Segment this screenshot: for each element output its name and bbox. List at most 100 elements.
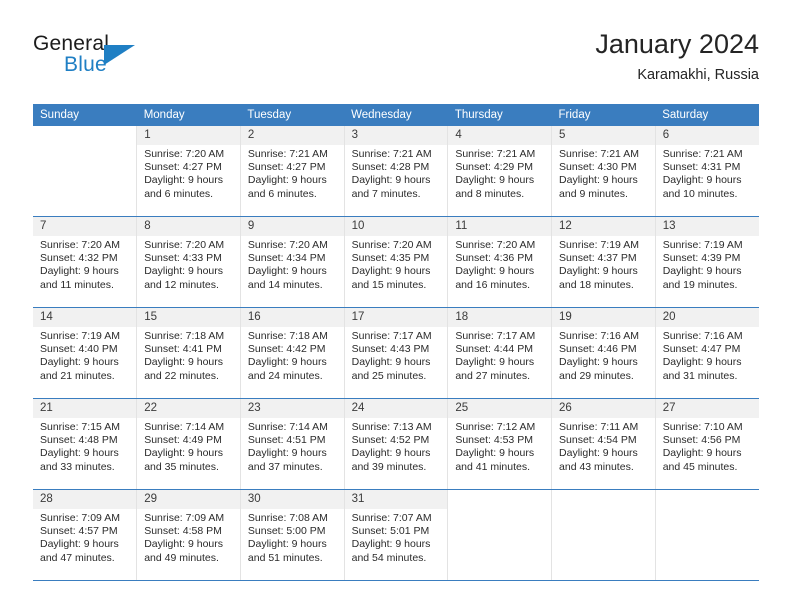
calendar-day-cell-inner: 24 Sunrise: 7:13 AM Sunset: 4:52 PM Dayligh… <box>344 399 448 489</box>
calendar-day-cell[interactable]: 9 Sunrise: 7:20 AM Sunset: 4:34 PM Daylight… <box>240 216 345 308</box>
sunset-text: Sunset: 4:54 PM <box>559 434 637 447</box>
day-details: Sunrise: 7:17 AM Sunset: 4:44 PM Daylight:… <box>448 327 551 383</box>
daylight-text-line1: Daylight: 9 hours <box>144 174 223 187</box>
calendar-week-row: 1 Sunrise: 7:20 AM Sunset: 4:27 PM Daylight… <box>33 126 759 217</box>
calendar-day-cell[interactable]: 3 Sunrise: 7:21 AM Sunset: 4:28 PM Daylight… <box>344 126 449 217</box>
calendar-day-cell[interactable]: 18 Sunrise: 7:17 AM Sunset: 4:44 PM Dayligh… <box>447 307 553 399</box>
day-details: Sunrise: 7:16 AM Sunset: 4:46 PM Daylight:… <box>552 327 655 383</box>
calendar-day-cell-inner: 20 Sunrise: 7:16 AM Sunset: 4:47 PM Dayligh… <box>655 308 759 398</box>
daylight-text-line1: Daylight: 9 hours <box>247 265 327 278</box>
sunrise-text: Sunrise: 7:12 AM <box>455 421 536 433</box>
calendar-day-cell-inner: 1 Sunrise: 7:20 AM Sunset: 4:27 PM Daylight… <box>137 126 240 216</box>
calendar-day-cell[interactable]: 7 Sunrise: 7:20 AM Sunset: 4:32 PM Daylight… <box>33 216 138 308</box>
weekday-header-tuesday: Tuesday <box>240 104 345 126</box>
weekday-header-saturday: Saturday <box>655 104 759 126</box>
calendar-day-cell[interactable]: 1 Sunrise: 7:20 AM Sunset: 4:27 PM Daylight… <box>136 126 241 217</box>
daylight-text-line2: and 33 minutes. <box>40 460 115 473</box>
daylight-text-line1: Daylight: 9 hours <box>40 447 119 460</box>
daylight-text-line1: Daylight: 9 hours <box>351 174 431 187</box>
page-header: General Blue January 2024 Karamakhi, Rus… <box>33 28 759 98</box>
daylight-text-line1: Daylight: 9 hours <box>455 447 535 460</box>
calendar-day-cell-inner: 2 Sunrise: 7:21 AM Sunset: 4:27 PM Daylight… <box>240 126 344 216</box>
calendar-day-cell-inner: 14 Sunrise: 7:19 AM Sunset: 4:40 PM Dayligh… <box>33 308 137 398</box>
daylight-text-line2: and 6 minutes. <box>247 187 317 200</box>
calendar-day-cell[interactable]: 26 Sunrise: 7:11 AM Sunset: 4:54 PM Dayligh… <box>551 398 656 490</box>
calendar-day-cell[interactable]: 8 Sunrise: 7:20 AM Sunset: 4:33 PM Daylight… <box>136 216 241 308</box>
calendar-day-cell[interactable]: 28 Sunrise: 7:09 AM Sunset: 4:57 PM Dayligh… <box>33 489 138 581</box>
calendar-day-cell[interactable]: 4 Sunrise: 7:21 AM Sunset: 4:29 PM Daylight… <box>447 126 553 217</box>
calendar-day-cell[interactable]: 17 Sunrise: 7:17 AM Sunset: 4:43 PM Dayligh… <box>344 307 449 399</box>
daylight-text-line1: Daylight: 9 hours <box>559 447 638 460</box>
day-details: Sunrise: 7:19 AM Sunset: 4:39 PM Daylight:… <box>656 236 759 292</box>
calendar-day-cell[interactable]: 25 Sunrise: 7:12 AM Sunset: 4:53 PM Dayligh… <box>447 398 553 490</box>
sunrise-text: Sunrise: 7:16 AM <box>559 330 639 342</box>
calendar-day-cell-inner: 23 Sunrise: 7:14 AM Sunset: 4:51 PM Dayligh… <box>240 399 344 489</box>
day-details: Sunrise: 7:19 AM Sunset: 4:37 PM Daylight:… <box>552 236 655 292</box>
daylight-text-line1: Daylight: 9 hours <box>559 174 638 187</box>
calendar-day-cell[interactable]: 19 Sunrise: 7:16 AM Sunset: 4:46 PM Dayligh… <box>551 307 656 399</box>
daylight-text-line2: and 39 minutes. <box>351 460 427 473</box>
daylight-text-line2: and 11 minutes. <box>40 278 114 291</box>
calendar-day-cell[interactable]: 13 Sunrise: 7:19 AM Sunset: 4:39 PM Dayligh… <box>655 216 759 308</box>
calendar-day-cell[interactable]: 22 Sunrise: 7:14 AM Sunset: 4:49 PM Dayligh… <box>136 398 241 490</box>
calendar-day-cell[interactable]: 15 Sunrise: 7:18 AM Sunset: 4:41 PM Dayligh… <box>136 307 241 399</box>
calendar-day-cell[interactable]: 27 Sunrise: 7:10 AM Sunset: 4:56 PM Dayligh… <box>655 398 759 490</box>
sunset-text: Sunset: 4:27 PM <box>144 161 222 174</box>
weekday-header-thursday: Thursday <box>447 104 552 126</box>
calendar-day-cell[interactable]: 6 Sunrise: 7:21 AM Sunset: 4:31 PM Daylight… <box>655 126 759 217</box>
sunrise-text: Sunrise: 7:20 AM <box>40 239 120 251</box>
calendar-day-cell-inner: 15 Sunrise: 7:18 AM Sunset: 4:41 PM Dayligh… <box>137 308 240 398</box>
calendar-day-cell-inner: 29 Sunrise: 7:09 AM Sunset: 4:58 PM Dayligh… <box>137 490 240 580</box>
sunset-text: Sunset: 5:01 PM <box>351 525 430 538</box>
calendar-day-cell[interactable]: 21 Sunrise: 7:15 AM Sunset: 4:48 PM Dayligh… <box>33 398 138 490</box>
daylight-text-line1: Daylight: 9 hours <box>662 174 742 187</box>
day-details: Sunrise: 7:07 AM Sunset: 5:01 PM Daylight:… <box>345 509 448 565</box>
day-details: Sunrise: 7:12 AM Sunset: 4:53 PM Daylight:… <box>448 418 551 474</box>
sunset-text: Sunset: 4:47 PM <box>662 343 741 356</box>
calendar-day-cell[interactable]: 30 Sunrise: 7:08 AM Sunset: 5:00 PM Dayligh… <box>240 489 345 581</box>
daylight-text-line1: Daylight: 9 hours <box>662 265 742 278</box>
calendar-day-cell[interactable]: 14 Sunrise: 7:19 AM Sunset: 4:40 PM Dayligh… <box>33 307 138 399</box>
daylight-text-line1: Daylight: 9 hours <box>247 538 327 551</box>
calendar-day-cell[interactable]: 31 Sunrise: 7:07 AM Sunset: 5:01 PM Dayligh… <box>344 489 449 581</box>
calendar-day-cell-inner: 28 Sunrise: 7:09 AM Sunset: 4:57 PM Dayligh… <box>33 490 137 580</box>
calendar-day-cell[interactable]: 5 Sunrise: 7:21 AM Sunset: 4:30 PM Daylight… <box>551 126 656 217</box>
sunrise-text: Sunrise: 7:19 AM <box>559 239 639 251</box>
weekday-header-wednesday: Wednesday <box>344 104 448 126</box>
daylight-text-line2: and 54 minutes. <box>351 551 427 564</box>
day-number: 2 <box>240 126 344 145</box>
calendar-day-cell-inner: 21 Sunrise: 7:15 AM Sunset: 4:48 PM Dayligh… <box>33 399 137 489</box>
calendar-day-cell[interactable]: 2 Sunrise: 7:21 AM Sunset: 4:27 PM Daylight… <box>240 126 345 217</box>
calendar-day-cell[interactable]: 16 Sunrise: 7:18 AM Sunset: 4:42 PM Dayligh… <box>240 307 345 399</box>
day-number: 23 <box>240 399 344 418</box>
daylight-text-line1: Daylight: 9 hours <box>662 447 742 460</box>
calendar-day-cell[interactable]: 29 Sunrise: 7:09 AM Sunset: 4:58 PM Dayligh… <box>136 489 241 581</box>
calendar-page: General Blue January 2024 Karamakhi, Rus… <box>0 0 792 612</box>
calendar-day-cell-inner: 17 Sunrise: 7:17 AM Sunset: 4:43 PM Dayligh… <box>344 308 448 398</box>
calendar-day-cell[interactable]: 11 Sunrise: 7:20 AM Sunset: 4:36 PM Dayligh… <box>447 216 553 308</box>
calendar-day-cell[interactable]: 20 Sunrise: 7:16 AM Sunset: 4:47 PM Dayligh… <box>655 307 759 399</box>
sunrise-text: Sunrise: 7:20 AM <box>144 148 225 160</box>
calendar-day-cell[interactable]: 24 Sunrise: 7:13 AM Sunset: 4:52 PM Dayligh… <box>344 398 449 490</box>
day-details: Sunrise: 7:21 AM Sunset: 4:30 PM Daylight:… <box>552 145 655 201</box>
sunrise-text: Sunrise: 7:21 AM <box>455 148 536 160</box>
daylight-text-line2: and 8 minutes. <box>455 187 525 200</box>
calendar-day-cell-empty <box>447 489 553 581</box>
calendar-day-cell-inner: 16 Sunrise: 7:18 AM Sunset: 4:42 PM Dayligh… <box>240 308 344 398</box>
daylight-text-line2: and 22 minutes. <box>144 369 219 382</box>
brand-logo[interactable]: General Blue <box>33 32 233 88</box>
calendar-day-cell[interactable]: 23 Sunrise: 7:14 AM Sunset: 4:51 PM Dayligh… <box>240 398 345 490</box>
calendar-day-cell[interactable]: 10 Sunrise: 7:20 AM Sunset: 4:35 PM Dayligh… <box>344 216 449 308</box>
sunrise-text: Sunrise: 7:09 AM <box>144 512 225 524</box>
sunrise-text: Sunrise: 7:21 AM <box>247 148 328 160</box>
calendar-day-cell-inner: 11 Sunrise: 7:20 AM Sunset: 4:36 PM Dayligh… <box>448 217 552 307</box>
daylight-text-line2: and 6 minutes. <box>144 187 214 200</box>
calendar-day-cell-inner: 26 Sunrise: 7:11 AM Sunset: 4:54 PM Dayligh… <box>552 399 655 489</box>
calendar-grid: Sunday Monday Tuesday Wednesday Thursday… <box>33 104 759 581</box>
weekday-header-sunday: Sunday <box>33 104 137 126</box>
day-details: Sunrise: 7:17 AM Sunset: 4:43 PM Daylight:… <box>345 327 448 383</box>
calendar-day-cell[interactable]: 12 Sunrise: 7:19 AM Sunset: 4:37 PM Dayligh… <box>551 216 656 308</box>
calendar-body: 1 Sunrise: 7:20 AM Sunset: 4:27 PM Daylight… <box>33 126 759 581</box>
day-number: 31 <box>344 490 448 509</box>
day-number: 9 <box>240 217 344 236</box>
